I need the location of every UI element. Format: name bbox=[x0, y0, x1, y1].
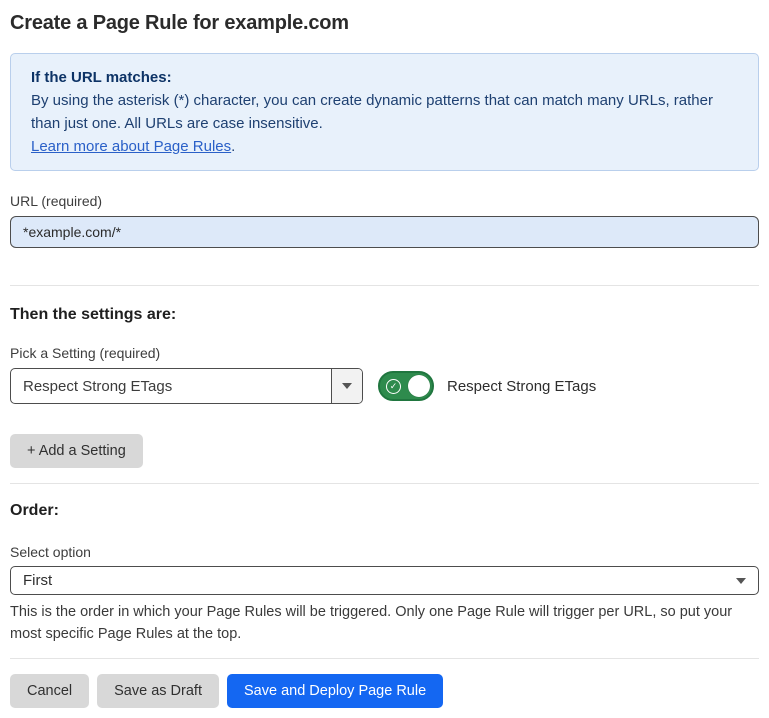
order-select-value: First bbox=[23, 572, 52, 589]
pick-setting-label: Pick a Setting (required) bbox=[10, 344, 759, 362]
footer-divider bbox=[10, 658, 759, 659]
settings-section-heading: Then the settings are: bbox=[10, 304, 759, 325]
add-setting-button[interactable]: + Add a Setting bbox=[10, 434, 143, 468]
info-box-heading: If the URL matches: bbox=[31, 66, 738, 89]
setting-dropdown-value: Respect Strong ETags bbox=[11, 369, 331, 403]
setting-toggle[interactable]: ✓ bbox=[378, 371, 434, 401]
page-title: Create a Page Rule for example.com bbox=[10, 10, 759, 36]
create-page-rule-form: Create a Page Rule for example.com If th… bbox=[0, 0, 769, 718]
cancel-button[interactable]: Cancel bbox=[10, 674, 89, 708]
check-icon: ✓ bbox=[386, 379, 401, 394]
url-field-label: URL (required) bbox=[10, 192, 759, 210]
url-match-info-box: If the URL matches: By using the asteris… bbox=[10, 53, 759, 171]
setting-dropdown[interactable]: Respect Strong ETags bbox=[10, 368, 363, 404]
link-period: . bbox=[231, 138, 235, 155]
info-box-link-line: Learn more about Page Rules. bbox=[31, 135, 738, 158]
save-deploy-button[interactable]: Save and Deploy Page Rule bbox=[227, 674, 443, 708]
footer-actions: Cancel Save as Draft Save and Deploy Pag… bbox=[10, 674, 759, 708]
setting-dropdown-arrow-button[interactable] bbox=[331, 369, 362, 403]
order-section-heading: Order: bbox=[10, 500, 759, 521]
order-select-label: Select option bbox=[10, 543, 759, 561]
save-draft-button[interactable]: Save as Draft bbox=[97, 674, 219, 708]
url-input[interactable] bbox=[10, 216, 759, 248]
caret-down-icon bbox=[342, 383, 352, 389]
order-help-text: This is the order in which your Page Rul… bbox=[10, 602, 758, 645]
caret-down-icon bbox=[736, 578, 746, 584]
setting-row: Respect Strong ETags ✓ Respect Strong ET… bbox=[10, 368, 759, 404]
setting-toggle-label: Respect Strong ETags bbox=[447, 378, 596, 395]
order-select[interactable]: First bbox=[10, 566, 759, 595]
section-divider bbox=[10, 285, 759, 286]
toggle-knob bbox=[408, 375, 430, 397]
section-divider bbox=[10, 483, 759, 484]
info-box-body: By using the asterisk (*) character, you… bbox=[31, 89, 738, 135]
learn-more-link[interactable]: Learn more about Page Rules bbox=[31, 138, 231, 155]
